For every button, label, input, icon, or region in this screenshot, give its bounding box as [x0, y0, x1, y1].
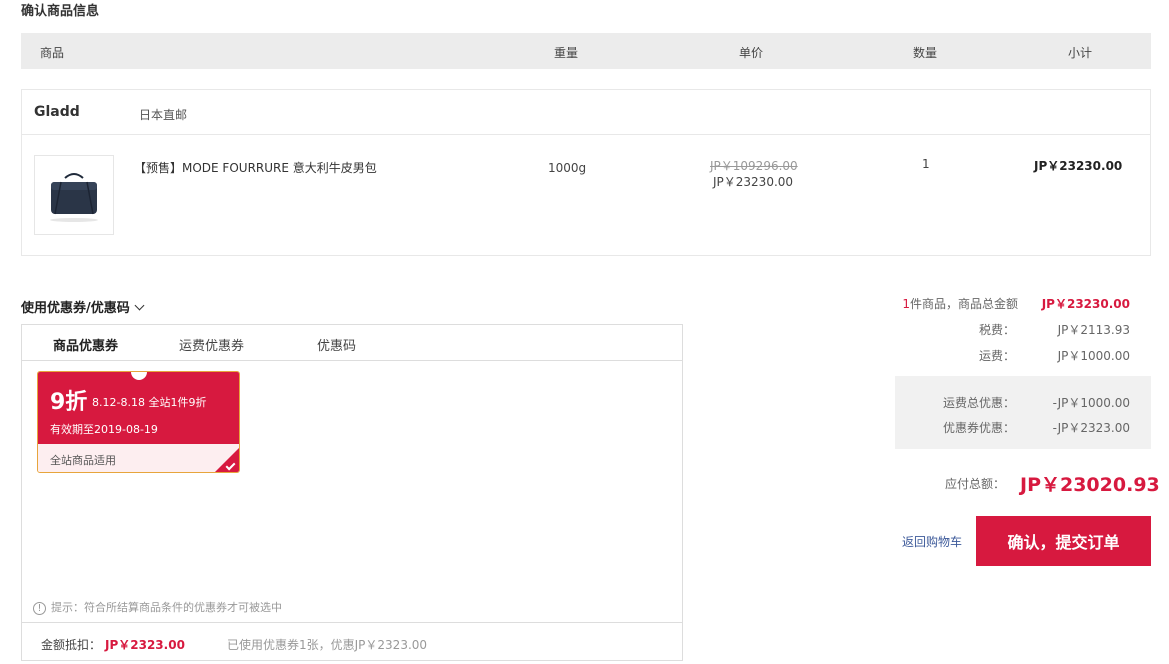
- total-label: 应付总额：: [944, 477, 1005, 491]
- deduct-label: 金额抵扣：: [41, 638, 102, 652]
- tab-product-coupon[interactable]: 商品优惠券: [53, 335, 118, 354]
- coupon-rule: 8.12-8.18 全站1件9折: [92, 396, 207, 409]
- tab-promo-code[interactable]: 优惠码: [317, 335, 356, 354]
- items-count: 1: [902, 297, 910, 311]
- original-price: JP￥109296.00: [710, 159, 798, 173]
- coupon-notch: [131, 372, 147, 380]
- coupon-card-bottom: 全站商品适用: [38, 444, 239, 472]
- product-subtotal: JP￥23230.00: [1034, 159, 1123, 173]
- back-to-cart-link[interactable]: 返回购物车: [902, 533, 962, 550]
- coupon-card-top: 9折 8.12-8.18 全站1件9折 有效期至2019-08-19: [38, 372, 239, 444]
- header-subtotal: 小计: [1068, 46, 1093, 60]
- section-title: 确认商品信息: [21, 4, 100, 19]
- tax-value: JP￥2113.93: [1057, 323, 1130, 337]
- coupon-toggle[interactable]: 使用优惠券/优惠码: [21, 297, 145, 316]
- table-header: 商品 重量 单价 数量 小计: [21, 33, 1151, 69]
- product-weight: 1000g: [548, 161, 587, 175]
- bag-icon: [50, 173, 98, 222]
- selected-corner-icon: [213, 448, 239, 472]
- tab-shipping-coupon[interactable]: 运费优惠券: [179, 335, 244, 354]
- deduct-value: JP￥2323.00: [105, 638, 185, 652]
- header-product: 商品: [40, 46, 65, 60]
- coupon-used-note: 已使用优惠券1张，优惠JP￥2323.00: [227, 638, 428, 652]
- discount-box: [895, 376, 1151, 449]
- items-total: JP￥23230.00: [1041, 297, 1130, 311]
- header-unit-price: 单价: [739, 46, 764, 60]
- submit-order-button[interactable]: 确认，提交订单: [976, 516, 1151, 566]
- coupon-hint: ! 提示：符合所结算商品条件的优惠券才可被选中: [33, 599, 282, 615]
- coupon-toggle-label: 使用优惠券/优惠码: [21, 301, 130, 316]
- coupon-panel: 商品优惠券 运费优惠券 优惠码 9折 8.12-8.18 全站1件9折 有效期至…: [21, 324, 683, 661]
- coupon-panel-footer: 金额抵扣： JP￥2323.00 已使用优惠券1张，优惠JP￥2323.00: [22, 622, 682, 660]
- shop-name: Gladd: [34, 104, 80, 120]
- product-name[interactable]: 【预售】MODE FOURRURE 意大利牛皮男包: [134, 159, 377, 176]
- coupon-card[interactable]: 9折 8.12-8.18 全站1件9折 有效期至2019-08-19 全站商品适…: [37, 371, 240, 473]
- coupon-expire: 有效期至2019-08-19: [50, 423, 158, 436]
- coupon-hint-text: 提示：符合所结算商品条件的优惠券才可被选中: [51, 601, 282, 614]
- header-weight: 重量: [554, 46, 579, 60]
- coupon-tabs: 商品优惠券 运费优惠券 优惠码: [22, 325, 682, 361]
- chevron-down-icon: [134, 300, 145, 311]
- shop-tag: 日本直邮: [139, 108, 188, 122]
- coupon-scope: 全站商品适用: [50, 454, 116, 467]
- current-price: JP￥23230.00: [713, 175, 794, 189]
- shop-order-box: Gladd 日本直邮 【预售】MODE FOURRURE 意大利牛皮男包 100…: [21, 89, 1151, 256]
- coupon-discount-value: -JP￥2323.00: [1052, 421, 1130, 435]
- bag-image[interactable]: [34, 155, 114, 235]
- info-icon: !: [33, 602, 46, 615]
- shop-header: Gladd 日本直邮: [22, 90, 1150, 135]
- product-quantity: 1: [922, 157, 930, 171]
- shipping-discount-value: -JP￥1000.00: [1052, 396, 1130, 410]
- header-quantity: 数量: [913, 46, 938, 60]
- shipping-value: JP￥1000.00: [1057, 349, 1130, 363]
- total-value: JP￥23020.93: [1020, 474, 1160, 496]
- coupon-discount: 9折: [50, 390, 88, 415]
